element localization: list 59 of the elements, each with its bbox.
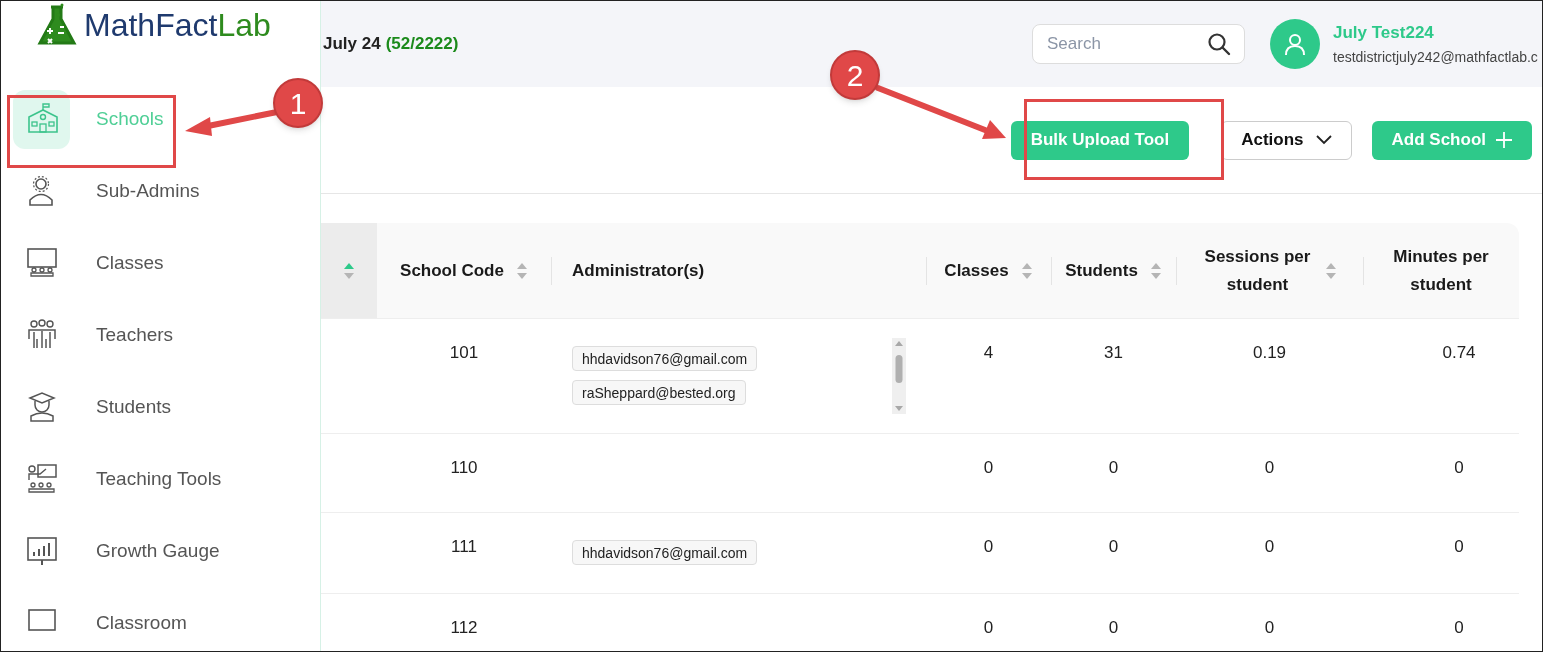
school-code: 112: [450, 618, 478, 639]
table-header-cell[interactable]: [321, 223, 377, 318]
table-cell-text: 0: [1454, 458, 1464, 479]
table-cell-text: 0: [1454, 618, 1464, 639]
table-cell-text: 0: [1108, 537, 1119, 558]
table-header-cell[interactable]: School Code: [377, 223, 551, 318]
admin-email-tag: hhdavidson76@gmail.com: [572, 346, 758, 371]
admin-email-tag: raSheppard@bested.org: [572, 380, 746, 405]
column-title: Administrator(s): [572, 259, 705, 282]
sidebar-item[interactable]: Teachers: [13, 299, 178, 371]
count-text: (52/2222): [385, 33, 459, 56]
table-cell-text: 0: [1108, 458, 1119, 479]
table-cell-text: 0.19: [1252, 343, 1287, 364]
user-email: testdistrictjuly242@mathfactlab.c: [1333, 48, 1539, 68]
table-cell-text: 0: [1264, 458, 1275, 479]
admin-email-tag: hhdavidson76@gmail.com: [572, 540, 758, 565]
school-code: 111: [451, 537, 477, 558]
column-title: Minutes per student: [1392, 245, 1490, 296]
table-header-cell[interactable]: Students: [1051, 223, 1176, 318]
chart-board-icon: [25, 535, 58, 567]
school-code: 110: [450, 458, 478, 479]
sidebar-item[interactable]: Classroom: [13, 587, 191, 651]
column-title: School Code: [400, 259, 504, 282]
classroom-board-icon: [25, 247, 58, 279]
column-title: Sessions per student: [1203, 245, 1312, 296]
table-cell-text: 0: [983, 537, 994, 558]
table-header-cell[interactable]: Administrator(s): [551, 223, 926, 318]
school-code: 101: [449, 343, 479, 364]
table-cell-text: 0: [1264, 537, 1275, 558]
plus-icon: [1496, 132, 1512, 148]
school-icon: [25, 103, 58, 135]
logo-text: MathFactLab: [84, 9, 271, 41]
table-cell-text: 0: [983, 458, 994, 479]
table-header-cell[interactable]: Minutes per student: [1363, 223, 1519, 318]
user-name: July Test224: [1333, 21, 1435, 44]
table-header-cell[interactable]: Sessions per student: [1176, 223, 1363, 318]
table-cell-text: 0: [1108, 618, 1119, 639]
search-icon: [1207, 32, 1231, 56]
table-cell-text: 0: [1264, 618, 1275, 639]
sidebar-item[interactable]: Sub-Admins: [13, 155, 204, 227]
column-title: Students: [1065, 259, 1138, 282]
table-cell-text: 4: [983, 343, 994, 364]
table-cell-text: 0: [983, 618, 994, 639]
table-cell-text: 31: [1104, 343, 1123, 364]
page-title: July 24: [323, 33, 381, 56]
search-field[interactable]: Search: [1032, 24, 1245, 64]
group-icon: [25, 319, 58, 351]
sidebar-item[interactable]: Growth Gauge: [13, 515, 224, 587]
actions-dropdown[interactable]: Actions: [1221, 120, 1352, 160]
user-icon: [1283, 32, 1307, 56]
column-title: Classes: [944, 259, 1009, 282]
table-cell-text: 0.74: [1442, 343, 1476, 364]
teacher-board-icon: [25, 463, 58, 495]
sidebar-item[interactable]: Classes: [13, 227, 168, 299]
table-cell-text: 0: [1454, 537, 1464, 558]
chevron-down-icon: [1315, 135, 1332, 145]
table-header-cell[interactable]: Classes: [926, 223, 1051, 318]
sidebar-item[interactable]: Students: [13, 371, 175, 443]
sidebar-item[interactable]: Teaching Tools: [13, 443, 226, 515]
